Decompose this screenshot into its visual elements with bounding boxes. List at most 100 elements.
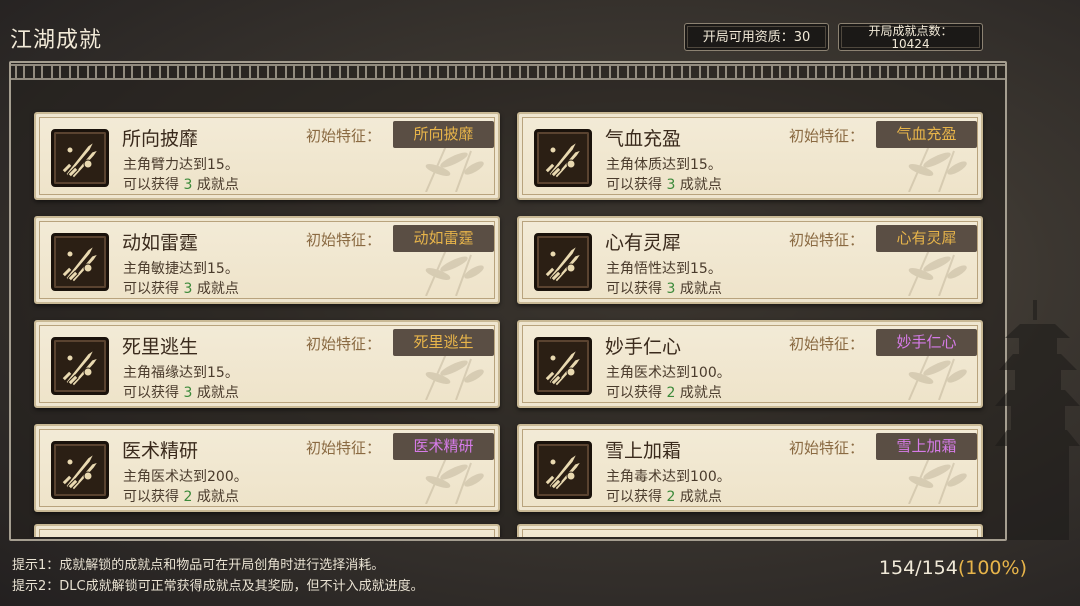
reward-suffix: 成就点 <box>196 385 239 401</box>
reward-points: 3 <box>183 177 193 193</box>
reward-suffix: 成就点 <box>679 385 722 401</box>
bamboo-decoration-icon <box>416 249 486 297</box>
achievement-reward: 可以获得 2 成就点 <box>606 486 722 506</box>
initial-trait-badge[interactable]: 动如雷霆 <box>393 225 494 252</box>
reward-points: 3 <box>183 281 193 297</box>
fret-border-decoration <box>11 64 1005 80</box>
achievement-reward: 可以获得 2 成就点 <box>606 382 722 402</box>
achievement-sword-icon <box>51 337 109 395</box>
achievement-card[interactable]: 妙手仁心 主角医术达到100。 可以获得 2 成就点 初始特征： 妙手仁心 <box>517 320 983 408</box>
achievement-description: 主角医术达到200。 <box>123 469 248 485</box>
achievement-points-stat: 开局成就点数： 10424 <box>838 23 983 51</box>
initial-trait-label: 初始特征： <box>789 439 865 457</box>
hint-1: 提示1：成就解锁的成就点和物品可在开局创角时进行选择消耗。 <box>12 558 385 573</box>
reward-suffix: 成就点 <box>196 281 239 297</box>
achievement-card[interactable]: 气血充盈主角体质达到15。 可以获得 3 成就点 初始特征： 气血充盈 <box>517 112 983 200</box>
achievement-reward: 可以获得 3 成就点 <box>123 382 239 402</box>
achievement-description: 主角敏捷达到15。 <box>123 261 239 277</box>
achievement-reward: 可以获得 3 成就点 <box>123 278 239 298</box>
reward-points: 3 <box>666 281 676 297</box>
bamboo-decoration-icon <box>416 145 486 193</box>
achievement-name: 心有灵犀 <box>605 232 682 254</box>
achievement-name: 气血充盈 <box>605 128 682 150</box>
achievement-sword-icon <box>534 233 592 291</box>
reward-suffix: 成就点 <box>679 281 722 297</box>
reward-points: 2 <box>666 385 676 401</box>
page-title: 江湖成就 <box>10 28 103 53</box>
initial-trait-label: 初始特征： <box>306 231 382 249</box>
initial-trait-badge[interactable]: 死里逃生 <box>393 329 494 356</box>
achievement-name: 医术精研 <box>122 440 199 462</box>
initial-trait-badge[interactable]: 气血充盈 <box>876 121 977 148</box>
achievement-description: 主角福缘达到15。 <box>123 365 239 381</box>
pagoda-silhouette-icon <box>995 300 1080 540</box>
reward-suffix: 成就点 <box>679 489 722 505</box>
achievement-points-value: 10424 <box>891 37 930 51</box>
available-qualification-label: 开局可用资质：30 <box>702 30 811 45</box>
achievement-name: 动如雷霆 <box>122 232 199 254</box>
achievement-reward: 可以获得 3 成就点 <box>606 278 722 298</box>
achievement-sword-icon <box>534 337 592 395</box>
hints-area: 提示1：成就解锁的成就点和物品可在开局创角时进行选择消耗。 提示2：DLC成就解… <box>12 555 424 597</box>
achievement-sword-icon <box>51 441 109 499</box>
reward-prefix: 可以获得 <box>123 489 179 505</box>
bamboo-decoration-icon <box>899 353 969 401</box>
achievement-sword-icon <box>51 233 109 291</box>
achievement-name: 雪上加霜 <box>605 440 682 462</box>
achievement-sword-icon <box>51 129 109 187</box>
reward-prefix: 可以获得 <box>123 281 179 297</box>
reward-suffix: 成就点 <box>196 177 239 193</box>
initial-trait-label: 初始特征： <box>306 439 382 457</box>
reward-prefix: 可以获得 <box>606 281 662 297</box>
achievement-sword-icon <box>534 441 592 499</box>
reward-points: 3 <box>666 177 676 193</box>
bamboo-decoration-icon <box>899 457 969 505</box>
achievement-card[interactable]: 心有灵犀主角悟性达到15。 可以获得 3 成就点 初始特征： 心有灵犀 <box>517 216 983 304</box>
achievement-card-partial[interactable] <box>34 524 500 537</box>
initial-trait-badge[interactable]: 所向披靡 <box>393 121 494 148</box>
hint-2: 提示2：DLC成就解锁可正常获得成就点及其奖励，但不计入成就进度。 <box>12 579 424 594</box>
initial-trait-label: 初始特征： <box>789 127 865 145</box>
achievement-name: 死里逃生 <box>122 336 199 358</box>
initial-trait-label: 初始特征： <box>306 335 382 353</box>
bamboo-decoration-icon <box>899 145 969 193</box>
reward-prefix: 可以获得 <box>606 489 662 505</box>
achievement-card[interactable]: 所向披靡 主角臂力达到15。 可以获得 3 成就点 初始特征： 所向披靡 <box>34 112 500 200</box>
achievement-reward: 可以获得 3 成就点 <box>606 174 722 194</box>
initial-trait-badge[interactable]: 雪上加霜 <box>876 433 977 460</box>
bamboo-decoration-icon <box>416 457 486 505</box>
progress-percent: (100%) <box>957 557 1027 579</box>
achievement-card[interactable]: 动如雷霆主角敏捷达到15。 可以获得 3 成就点 初始特征： 动如雷霆 <box>34 216 500 304</box>
achievement-description: 主角毒术达到100。 <box>606 469 731 485</box>
reward-suffix: 成就点 <box>196 489 239 505</box>
initial-trait-label: 初始特征： <box>789 231 865 249</box>
initial-trait-label: 初始特征： <box>789 335 865 353</box>
achievement-reward: 可以获得 2 成就点 <box>123 486 239 506</box>
achievement-sword-icon <box>534 129 592 187</box>
initial-trait-badge[interactable]: 妙手仁心 <box>876 329 977 356</box>
achievement-card[interactable]: 雪上加霜主角毒术达到100。 可以获得 2 成就点 初始特征： 雪上加霜 <box>517 424 983 512</box>
achievement-card[interactable]: 死里逃生主角福缘达到15。 可以获得 3 成就点 初始特征： 死里逃生 <box>34 320 500 408</box>
reward-prefix: 可以获得 <box>606 177 662 193</box>
reward-prefix: 可以获得 <box>123 177 179 193</box>
available-qualification-stat: 开局可用资质：30 <box>684 23 829 51</box>
bamboo-decoration-icon <box>416 353 486 401</box>
achievement-card-partial[interactable] <box>517 524 983 537</box>
achievement-name: 所向披靡 <box>122 128 199 150</box>
reward-points: 2 <box>183 489 193 505</box>
achievement-list[interactable]: 所向披靡 主角臂力达到15。 可以获得 3 成就点 初始特征： 所向披靡 气血充盈 主角体… <box>11 82 1005 537</box>
initial-trait-badge[interactable]: 医术精研 <box>393 433 494 460</box>
achievement-progress: 154/154(100%) <box>879 557 1027 579</box>
initial-trait-badge[interactable]: 心有灵犀 <box>876 225 977 252</box>
achievement-name: 妙手仁心 <box>605 336 682 358</box>
achievement-description: 主角悟性达到15。 <box>606 261 722 277</box>
reward-points: 2 <box>666 489 676 505</box>
achievement-description: 主角体质达到15。 <box>606 157 722 173</box>
reward-prefix: 可以获得 <box>606 385 662 401</box>
reward-points: 3 <box>183 385 193 401</box>
achievement-card[interactable]: 医术精研主角医术达到200。 可以获得 2 成就点 初始特征： 医术精研 <box>34 424 500 512</box>
initial-trait-label: 初始特征： <box>306 127 382 145</box>
progress-count: 154/154 <box>878 557 958 579</box>
reward-suffix: 成就点 <box>679 177 722 193</box>
achievement-reward: 可以获得 3 成就点 <box>123 174 239 194</box>
